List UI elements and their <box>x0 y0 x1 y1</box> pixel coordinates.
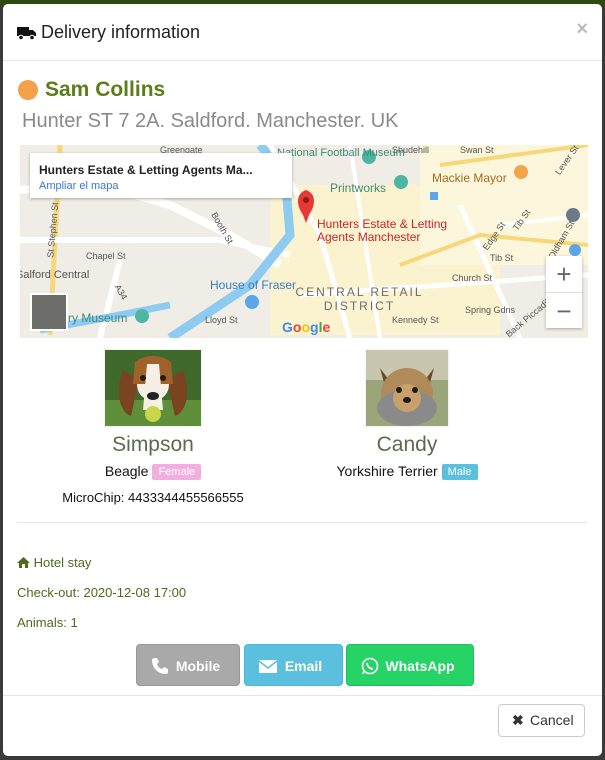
whatsapp-button[interactable]: WhatsApp <box>346 644 474 686</box>
map-label: National Football Museum <box>277 147 405 159</box>
delivery-modal: Delivery information × Sam Collins Hunte… <box>3 4 602 756</box>
map-label: Kennedy St <box>392 315 439 325</box>
map-enlarge-link[interactable]: Ampliar el mapa <box>39 180 118 192</box>
map-label: Swan St <box>460 145 494 155</box>
pet-breed-line: Beagle Female <box>28 463 278 481</box>
streetview-thumbnail[interactable] <box>30 293 68 331</box>
map-label: Printworks <box>330 181 387 195</box>
map-label: Tib St <box>490 253 514 263</box>
sex-badge-female: Female <box>152 464 202 481</box>
map-pin-label: Hunters Estate & Letting Agents Manchest… <box>317 217 448 244</box>
truck-icon <box>17 27 36 41</box>
map-label: Church St <box>452 273 493 283</box>
pet-name: Simpson <box>112 433 194 456</box>
modal-title: Delivery information <box>41 22 201 42</box>
section-divider <box>17 522 587 523</box>
pet-breed: Yorkshire Terrier <box>336 463 438 479</box>
pet-breed-line: Yorkshire Terrier Male <box>282 463 532 481</box>
zoom-in-button[interactable]: + <box>546 256 582 292</box>
map-label: Shudehill <box>392 145 430 155</box>
cancel-button[interactable]: ✖ Cancel <box>498 704 585 737</box>
pet-name: Candy <box>376 433 438 456</box>
pet-microchip: MicroChip: 4433344455566555 <box>62 490 244 506</box>
map-label: Mackie Mayor <box>432 171 507 185</box>
whatsapp-button-label: WhatsApp <box>385 658 455 674</box>
sex-badge-male: Male <box>441 464 478 481</box>
zoom-out-button[interactable]: − <box>546 292 582 329</box>
email-button[interactable]: Email <box>244 644 343 686</box>
mobile-button-label: Mobile <box>175 658 221 674</box>
yorkie-photo <box>366 350 448 426</box>
map-label: Spring Gdns <box>465 305 516 315</box>
beagle-photo <box>105 350 201 426</box>
map-label: Lloyd St <box>205 315 238 325</box>
close-icon: ✖ <box>512 712 524 728</box>
map-embed[interactable]: National Football Museum Printworks Mack… <box>20 145 588 338</box>
close-icon[interactable]: × <box>576 18 588 41</box>
pet-breed: Beagle <box>104 463 149 479</box>
modal-footer-divider <box>3 695 602 696</box>
client-address: Hunter ST 7 2A. Saldford. Manchester. UK <box>22 110 399 132</box>
pet-photo <box>365 349 449 427</box>
pet-card: Simpson Beagle Female MicroChip: 44333444… <box>28 349 278 505</box>
home-icon <box>17 557 30 568</box>
google-logo: Google <box>282 319 331 335</box>
pet-card: Candy Yorkshire Terrier Male <box>282 349 532 481</box>
service-type-label: Hotel stay <box>33 555 92 570</box>
pet-photo <box>104 349 202 427</box>
map-zoom-controls: + − <box>546 256 582 328</box>
email-button-label: Email <box>284 658 323 674</box>
status-indicator <box>18 80 38 100</box>
cancel-button-label: Cancel <box>530 712 574 728</box>
animal-count: Animals: 1 <box>17 615 78 630</box>
map-place-title: Hunters Estate & Letting Agents Ma... <box>39 163 253 177</box>
map-label: ry Museum <box>68 311 128 325</box>
client-name: Sam Collins <box>45 78 166 101</box>
map-label: Salford Central <box>20 269 90 281</box>
checkout-time: Check-out: 2020-12-08 17:00 <box>17 585 187 600</box>
service-type: Hotel stay <box>17 555 91 570</box>
map-place-card: Hunters Estate & Letting Agents Ma... Am… <box>30 153 292 198</box>
modal-header: Delivery information × <box>3 4 602 61</box>
map-label: CENTRAL RETAIL DISTRICT <box>295 285 424 313</box>
map-label: Chapel St <box>86 251 126 261</box>
mobile-button[interactable]: Mobile <box>136 644 240 686</box>
